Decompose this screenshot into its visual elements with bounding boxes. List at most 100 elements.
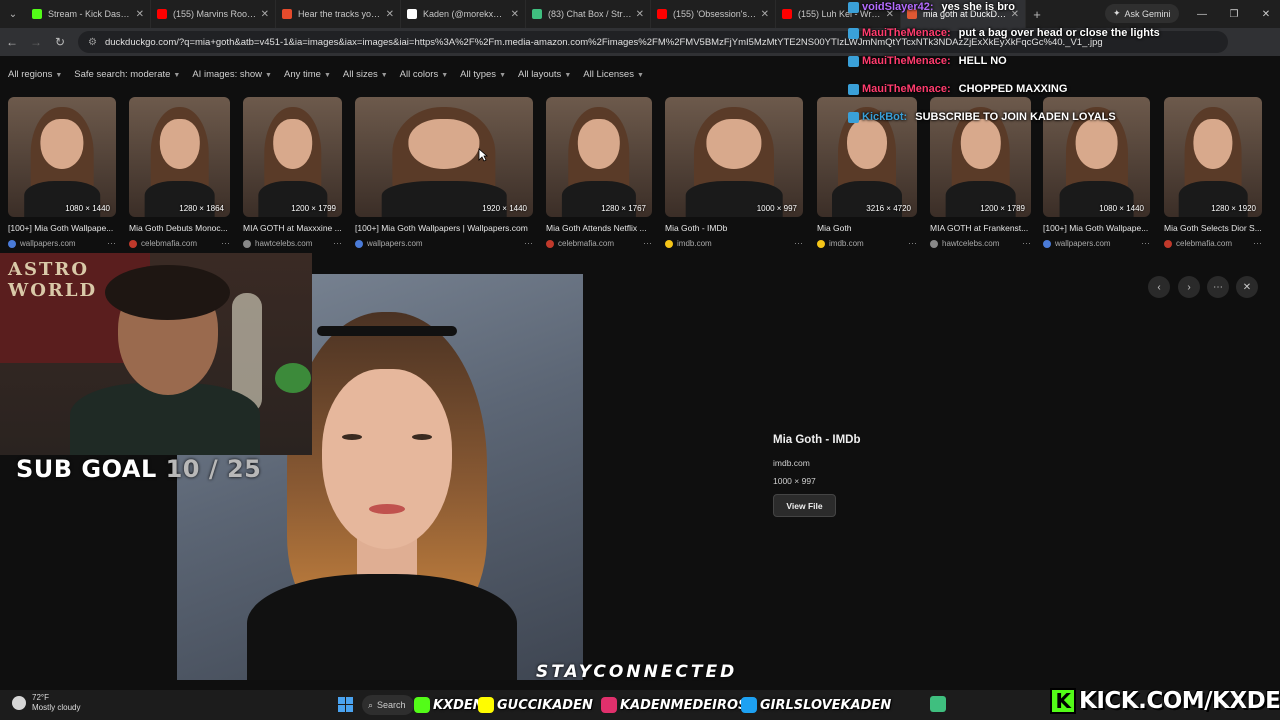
more-options-button[interactable]: ⋯	[1207, 276, 1229, 298]
ask-gemini-button[interactable]: ✦ Ask Gemini	[1105, 4, 1179, 23]
tab-close-icon[interactable]: ✕	[636, 9, 644, 20]
more-options-icon[interactable]: ⋯	[1253, 238, 1262, 249]
image-result-title[interactable]: [100+] Mia Goth Wallpape...	[1043, 223, 1150, 233]
filter-dropdown[interactable]: All types ▼	[460, 69, 506, 80]
image-result-card[interactable]: 1000 × 997 Mia Goth - IMDb imdb.com ⋯	[665, 97, 803, 253]
close-window-button[interactable]: ✕	[1250, 0, 1280, 28]
image-result-title[interactable]: Mia Goth - IMDb	[665, 223, 803, 233]
source-domain[interactable]: hawtcelebs.com	[255, 239, 312, 248]
browser-tab[interactable]: Hear the tracks you've ✕	[276, 0, 401, 28]
restore-button[interactable]: ❐	[1218, 0, 1250, 28]
tab-close-icon[interactable]: ✕	[511, 9, 519, 20]
chat-text: HELL NO	[958, 55, 1007, 67]
image-result-card[interactable]: 1280 × 1920 Mia Goth Selects Dior S... cel…	[1164, 97, 1262, 253]
tab-close-icon[interactable]: ✕	[136, 9, 144, 20]
more-options-icon[interactable]: ⋯	[908, 238, 917, 249]
reload-button[interactable]: ↻	[48, 28, 72, 56]
new-tab-button[interactable]: +	[1026, 7, 1048, 22]
image-dimensions: 1920 × 1440	[482, 204, 527, 213]
source-domain[interactable]: celebmafia.com	[141, 239, 197, 248]
image-thumbnail[interactable]: 1000 × 997	[665, 97, 803, 217]
browser-tab[interactable]: (155) 'Obsession's Inde ✕	[651, 0, 776, 28]
more-options-icon[interactable]: ⋯	[524, 238, 533, 249]
image-result-card[interactable]: 1280 × 1864 Mia Goth Debuts Monoc... celeb…	[129, 97, 230, 253]
filter-dropdown[interactable]: All Licenses ▼	[583, 69, 644, 80]
image-result-source: celebmafia.com ⋯	[546, 238, 652, 249]
image-result-title[interactable]: Mia Goth Debuts Monoc...	[129, 223, 230, 233]
chevron-down-icon: ▼	[499, 71, 506, 79]
browser-tab-strip: ⌄ Stream - Kick Dashboa ✕ (155) Marvins Ro…	[0, 0, 1280, 28]
back-button[interactable]: ←	[0, 28, 24, 56]
more-options-icon[interactable]: ⋯	[643, 238, 652, 249]
filter-dropdown[interactable]: Any time ▼	[284, 69, 331, 80]
image-dimensions: 1280 × 1920	[1211, 204, 1256, 213]
previous-image-button[interactable]: ‹	[1148, 276, 1170, 298]
filter-dropdown[interactable]: All sizes ▼	[343, 69, 388, 80]
webcam-plant-decor	[275, 363, 311, 393]
view-file-button[interactable]: View File	[773, 494, 836, 517]
image-result-title[interactable]: [100+] Mia Goth Wallpapers | Wallpapers.…	[355, 223, 533, 233]
source-domain[interactable]: imdb.com	[829, 239, 864, 248]
image-result-card[interactable]: 1920 × 1440 [100+] Mia Goth Wallpapers | …	[355, 97, 533, 253]
image-thumbnail[interactable]: 1280 × 1920	[1164, 97, 1262, 217]
filter-dropdown[interactable]: All layouts ▼	[518, 69, 571, 80]
filter-dropdown[interactable]: All colors ▼	[400, 69, 448, 80]
close-preview-button[interactable]: ✕	[1236, 276, 1258, 298]
start-menu-icon[interactable]	[338, 697, 353, 712]
chat-badge-icon	[848, 55, 859, 67]
chat-message: KickBot: SUBSCRIBE TO JOIN KADEN LOYALS	[848, 110, 1116, 124]
image-result-title[interactable]: MIA GOTH at Maxxxine ...	[243, 223, 342, 233]
tab-search-icon[interactable]: ⌄	[0, 0, 26, 28]
image-result-title[interactable]: MIA GOTH at Frankenst...	[930, 223, 1031, 233]
more-options-icon[interactable]: ⋯	[794, 238, 803, 249]
image-result-title[interactable]: Mia Goth Selects Dior S...	[1164, 223, 1262, 233]
image-thumbnail[interactable]: 1080 × 1440	[8, 97, 116, 217]
chevron-down-icon: ▼	[441, 71, 449, 79]
preview-title[interactable]: Mia Goth - IMDb	[773, 434, 861, 446]
forward-button[interactable]: →	[24, 28, 48, 56]
minimize-button[interactable]: —	[1186, 0, 1218, 28]
browser-tab[interactable]: (155) Marvins Room - ✕	[151, 0, 276, 28]
chevron-down-icon: ▼	[323, 71, 331, 79]
more-options-icon[interactable]: ⋯	[221, 238, 230, 249]
filter-dropdown[interactable]: AI images: show ▼	[192, 69, 272, 80]
browser-tab[interactable]: Kaden (@morekxden) ✕	[401, 0, 526, 28]
more-options-icon[interactable]: ⋯	[333, 238, 342, 249]
image-result-title[interactable]: Mia Goth Attends Netflix ...	[546, 223, 652, 233]
filter-dropdown[interactable]: All regions ▼	[8, 69, 62, 80]
source-domain[interactable]: celebmafia.com	[558, 239, 614, 248]
image-thumbnail[interactable]: 1920 × 1440	[355, 97, 533, 217]
tab-close-icon[interactable]: ✕	[761, 9, 769, 20]
source-domain[interactable]: celebmafia.com	[1176, 239, 1232, 248]
preview-domain[interactable]: imdb.com	[773, 458, 861, 468]
source-domain[interactable]: wallpapers.com	[1055, 239, 1111, 248]
weather-widget[interactable]: 72°F Mostly cloudy	[12, 693, 80, 713]
image-thumbnail[interactable]: 1280 × 1864	[129, 97, 230, 217]
tab-close-icon[interactable]: ✕	[386, 9, 394, 20]
image-thumbnail[interactable]: 1280 × 1767	[546, 97, 652, 217]
more-options-icon[interactable]: ⋯	[1141, 238, 1150, 249]
filter-label: All layouts	[518, 68, 562, 80]
source-domain[interactable]: wallpapers.com	[20, 239, 76, 248]
next-image-button[interactable]: ›	[1178, 276, 1200, 298]
site-info-icon[interactable]: ⚙	[88, 37, 97, 48]
taskbar-search[interactable]: ⌕ Search	[362, 695, 414, 715]
image-result-card[interactable]: 1080 × 1440 [100+] Mia Goth Wallpape... wa…	[8, 97, 116, 253]
tab-title: (155) 'Obsession's Inde	[673, 9, 757, 19]
filter-dropdown[interactable]: Safe search: moderate ▼	[74, 69, 180, 80]
source-domain[interactable]: imdb.com	[677, 239, 712, 248]
source-domain[interactable]: wallpapers.com	[367, 239, 423, 248]
more-options-icon[interactable]: ⋯	[1022, 238, 1031, 249]
source-domain[interactable]: hawtcelebs.com	[942, 239, 999, 248]
image-result-card[interactable]: 1280 × 1767 Mia Goth Attends Netflix ... c…	[546, 97, 652, 253]
tab-close-icon[interactable]: ✕	[261, 9, 269, 20]
chat-badge-icon	[848, 83, 859, 95]
image-thumbnail[interactable]: 1200 × 1799	[243, 97, 342, 217]
more-options-icon[interactable]: ⋯	[107, 238, 116, 249]
taskbar-app-icon[interactable]	[930, 696, 946, 712]
browser-tab[interactable]: Stream - Kick Dashboa ✕	[26, 0, 151, 28]
image-result-title[interactable]: [100+] Mia Goth Wallpape...	[8, 223, 116, 233]
image-result-title[interactable]: Mia Goth	[817, 223, 917, 233]
image-result-card[interactable]: 1200 × 1799 MIA GOTH at Maxxxine ... hawtc…	[243, 97, 342, 253]
browser-tab[interactable]: (83) Chat Box / Stream ✕	[526, 0, 651, 28]
